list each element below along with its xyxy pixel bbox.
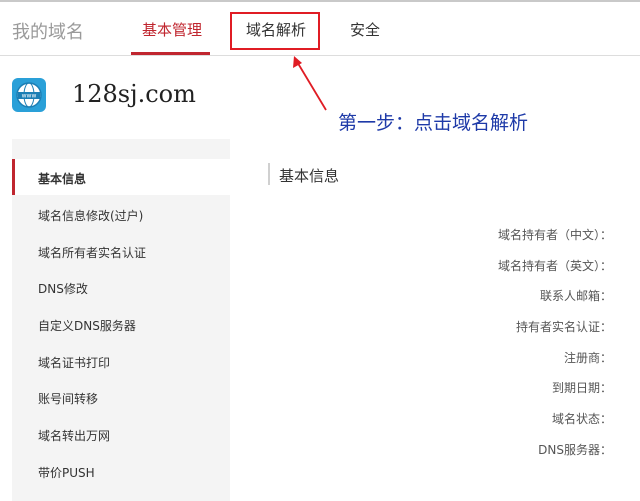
sidebar-item-label: 域名所有者实名认证 [38,246,147,260]
sidebar-item-basic-info[interactable]: 基本信息 [12,159,233,195]
field-status-label: 域名状态： [551,412,612,426]
tab-basic-management[interactable]: 基本管理 [142,19,202,40]
sidebar-item-label: 域名信息修改(过户) [38,209,144,223]
globe-www-icon: www [12,78,46,112]
content-panel: 基本信息 域名持有者（中文）： 域名持有者（英文）： 联系人邮箱： 持有者实名认… [230,139,640,501]
field-dns-label: DNS服务器： [538,443,612,457]
field-expiry-label: 到期日期： [551,381,612,395]
sidebar-item-label: 域名证书打印 [38,356,111,370]
field-owner-cn-label: 域名持有者（中文）： [497,228,612,242]
sidebar: 基本信息 域名信息修改(过户) 域名所有者实名认证 DNS修改 自定义DNS服务… [12,139,233,501]
highlight-box [230,12,320,50]
field-email-label: 联系人邮箱： [539,289,612,303]
sidebar-item-label: DNS修改 [38,282,88,296]
sidebar-item-certificate-print[interactable]: 域名证书打印 [12,343,230,379]
arrow-annotation [293,56,327,111]
field-registrar-label: 注册商： [563,351,612,365]
sidebar-item-label: 基本信息 [38,172,87,186]
sidebar-item-dns-modify[interactable]: DNS修改 [12,269,230,305]
field-owner-en-label: 域名持有者（英文）： [497,259,612,273]
header: 我的域名 基本管理 域名解析 安全 [0,2,640,56]
svg-text:www: www [22,93,37,100]
sidebar-item-label: 域名转出万网 [38,429,111,443]
field-verification-label: 持有者实名认证： [515,320,612,334]
active-tab-underline [131,52,210,55]
sidebar-item-owner-verification[interactable]: 域名所有者实名认证 [12,233,230,269]
sidebar-item-label: 带价PUSH [38,466,95,480]
sidebar-item-account-transfer[interactable]: 账号间转移 [12,379,230,415]
annotation-text: 第一步：点击域名解析 [338,112,529,134]
sidebar-item-domain-info-modify[interactable]: 域名信息修改(过户) [12,196,230,232]
title-divider [268,163,270,185]
tab-security[interactable]: 安全 [350,19,380,40]
sidebar-item-label: 账号间转移 [38,392,99,406]
brand-title: 我的域名 [12,22,84,43]
sidebar-item-transfer-out[interactable]: 域名转出万网 [12,416,230,452]
sidebar-item-push[interactable]: 带价PUSH [12,453,230,489]
content-title: 基本信息 [279,167,340,185]
domain-name: 128sj.com [72,80,196,108]
sidebar-item-label: 自定义DNS服务器 [38,319,136,333]
sidebar-item-custom-dns[interactable]: 自定义DNS服务器 [12,306,230,342]
